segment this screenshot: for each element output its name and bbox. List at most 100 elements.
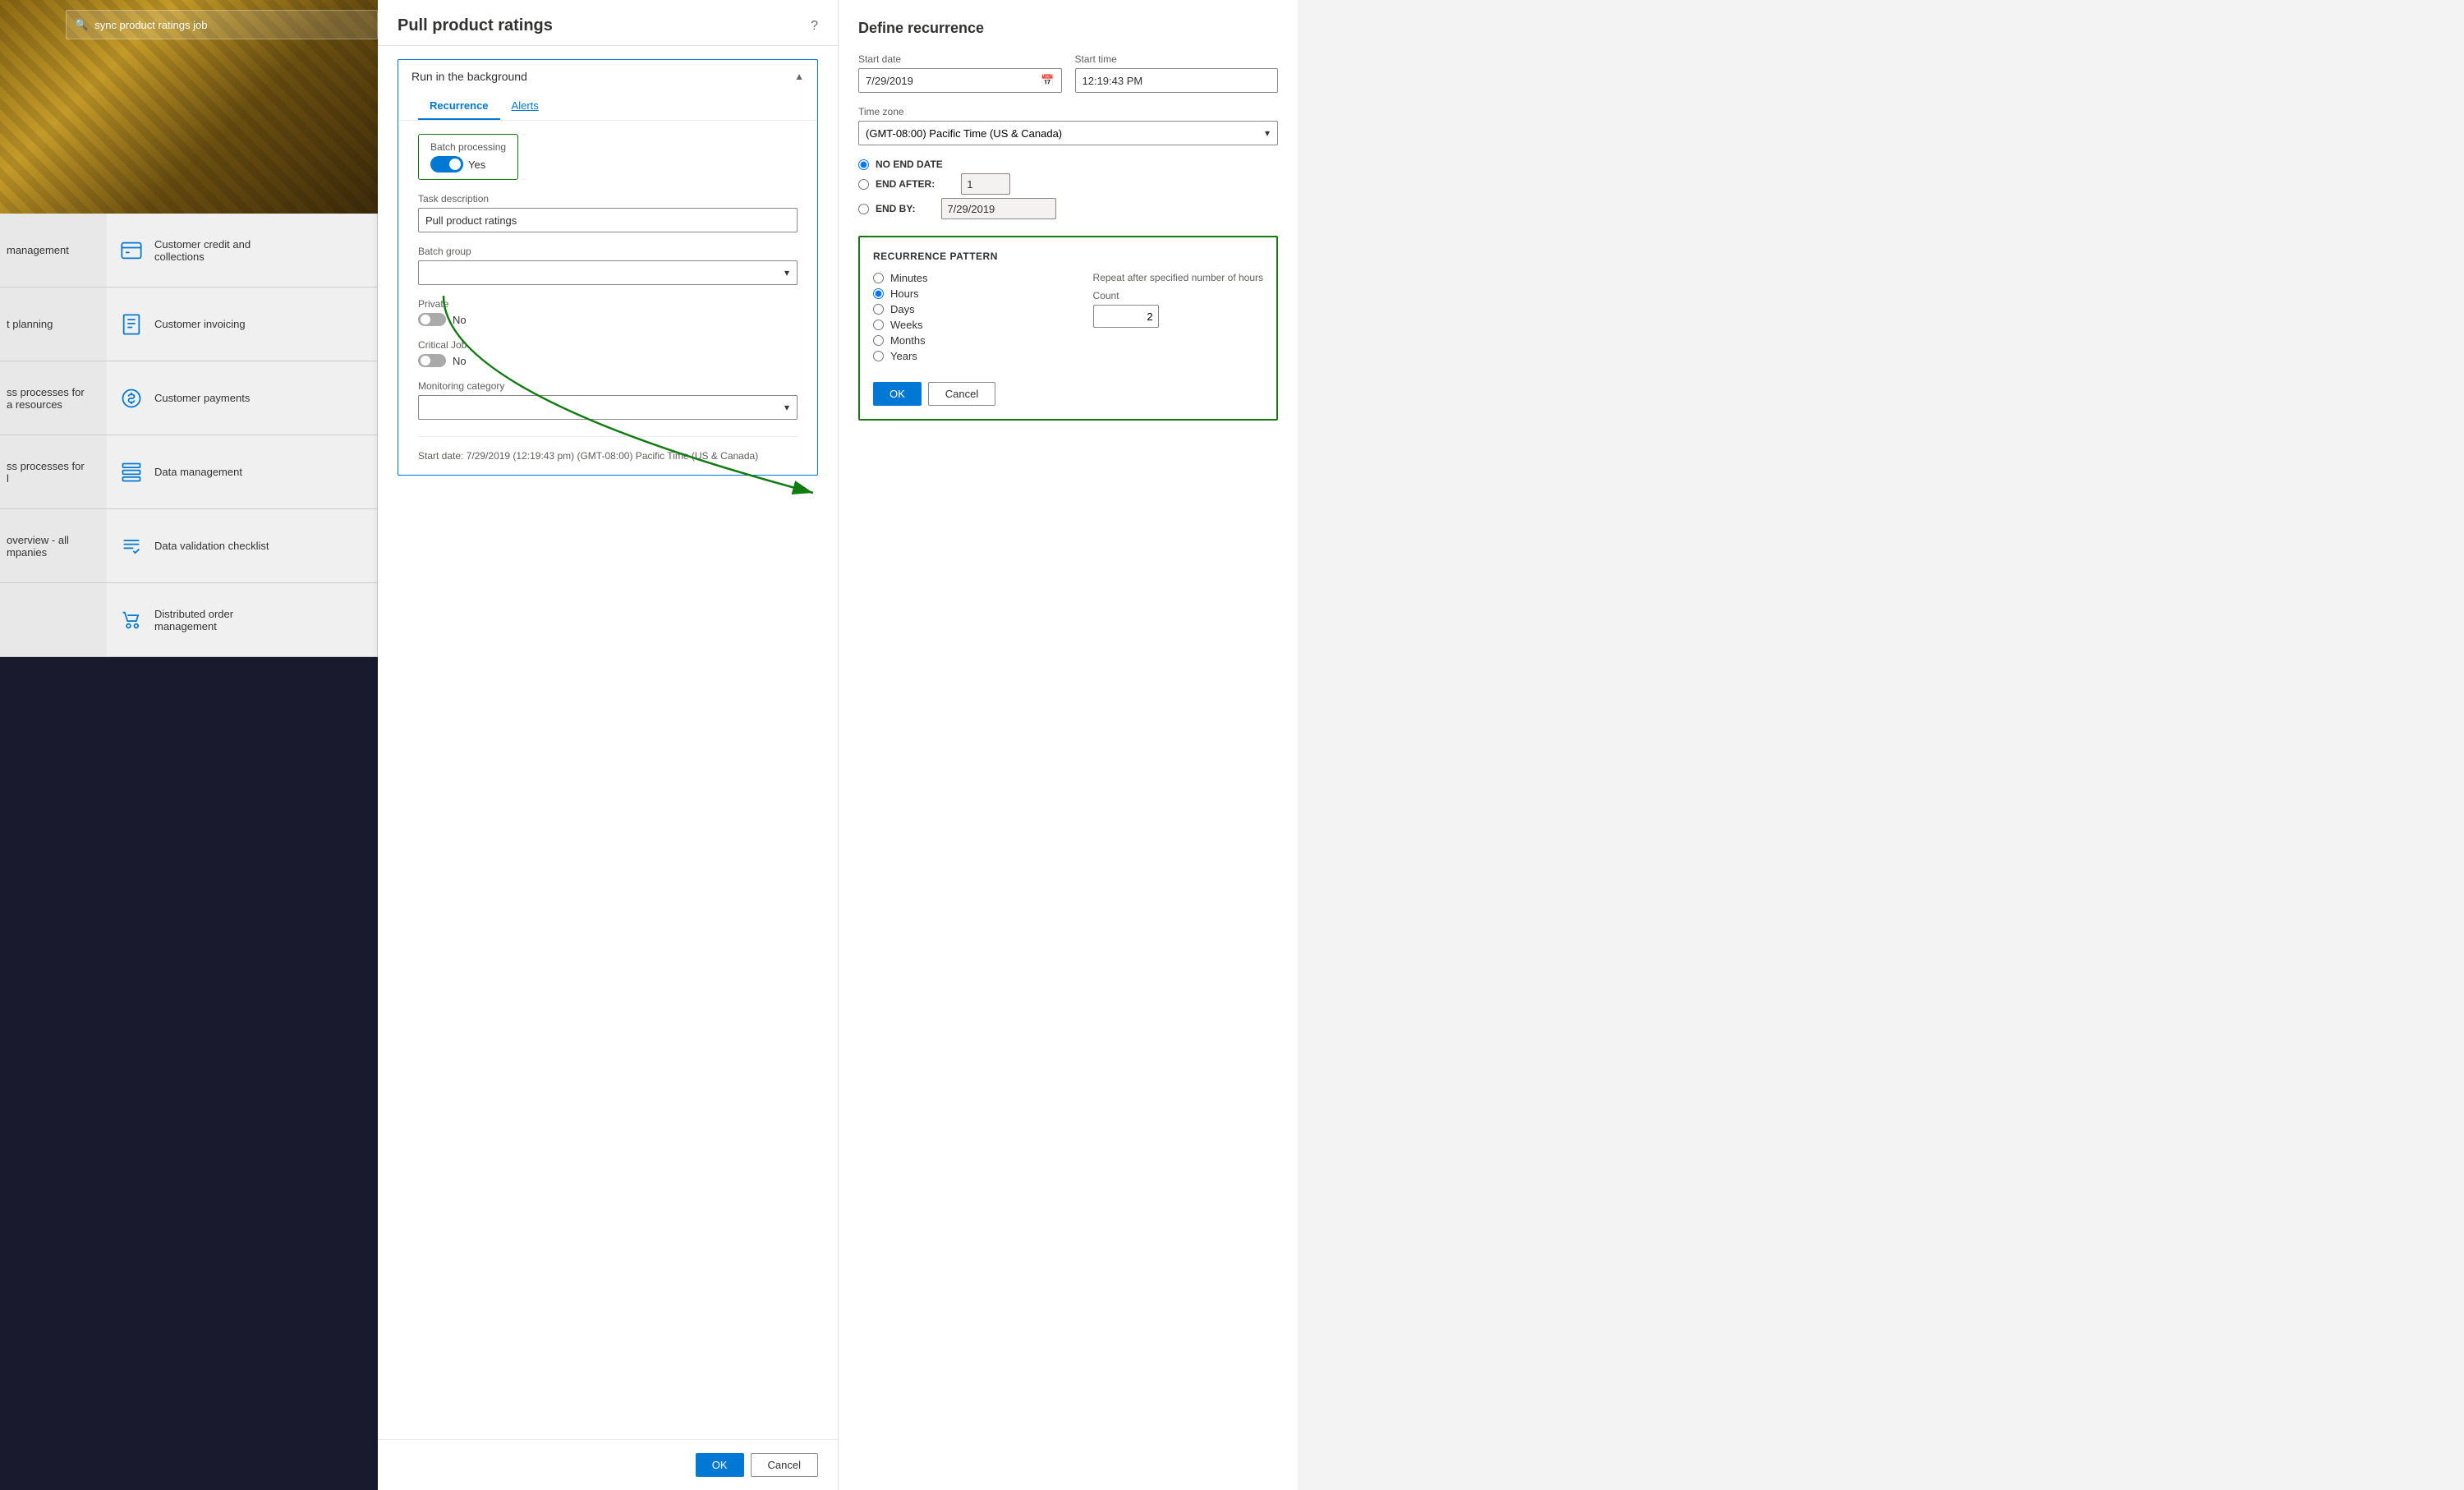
search-input[interactable]: [94, 19, 369, 31]
left-tile-4: ss processes for l: [0, 435, 107, 509]
start-time-input[interactable]: [1075, 68, 1279, 93]
start-date-field: Start date 7/29/2019 📅: [858, 53, 1062, 93]
recurrence-cancel-button[interactable]: Cancel: [928, 382, 995, 406]
pattern-hours-radio[interactable]: [873, 288, 884, 299]
pull-product-ratings-dialog: Pull product ratings ? Run in the backgr…: [378, 0, 838, 1490]
count-label: Count: [1093, 290, 1263, 301]
critical-job-value: No: [453, 355, 467, 367]
repeat-after-label: Repeat after specified number of hours: [1093, 272, 1263, 283]
pattern-weeks-label: Weeks: [890, 319, 923, 331]
sidebar-item-data-management[interactable]: Data management: [107, 435, 378, 509]
monitoring-category-select[interactable]: [418, 395, 798, 420]
pattern-options-left: Minutes Hours Days Weeks Months: [873, 272, 1060, 366]
pattern-weeks-radio[interactable]: [873, 320, 884, 330]
sidebar-label-payments: Customer payments: [154, 392, 250, 404]
private-label: Private: [418, 298, 798, 310]
pattern-months-option[interactable]: Months: [873, 334, 1060, 347]
left-tile-3: ss processes for a resources: [0, 361, 107, 435]
chevron-up-icon: ▲: [794, 71, 804, 82]
batch-processing-label: Batch processing: [430, 141, 506, 153]
end-by-option[interactable]: END BY:: [858, 198, 1278, 219]
private-toggle-row: No: [418, 313, 798, 326]
end-by-radio[interactable]: [858, 204, 869, 214]
dialog-title: Pull product ratings: [398, 16, 553, 35]
pattern-days-radio[interactable]: [873, 304, 884, 315]
pattern-minutes-option[interactable]: Minutes: [873, 272, 1060, 284]
start-time-field: Start time: [1075, 53, 1279, 93]
pattern-months-label: Months: [890, 334, 926, 347]
dialog-cancel-button[interactable]: Cancel: [751, 1453, 818, 1477]
pattern-years-label: Years: [890, 350, 917, 362]
time-zone-label: Time zone: [858, 106, 1278, 117]
start-date-display[interactable]: 7/29/2019 📅: [858, 68, 1062, 93]
pattern-weeks-option[interactable]: Weeks: [873, 319, 1060, 331]
tabs-container: Recurrence Alerts: [398, 93, 817, 121]
sidebar-label-invoicing: Customer invoicing: [154, 318, 246, 330]
recurrence-ok-button[interactable]: OK: [873, 382, 922, 406]
left-tile-5: overview - all mpanies: [0, 509, 107, 583]
time-zone-select[interactable]: (GMT-08:00) Pacific Time (US & Canada): [858, 121, 1278, 145]
sidebar-item-customer-invoicing[interactable]: Customer invoicing: [107, 287, 378, 361]
invoice-icon: [120, 313, 143, 336]
pattern-months-radio[interactable]: [873, 335, 884, 346]
no-end-date-option[interactable]: NO END DATE: [858, 159, 1278, 170]
end-after-count-input[interactable]: [961, 173, 1010, 195]
critical-job-toggle[interactable]: [418, 354, 446, 367]
monitoring-category-field: Monitoring category: [418, 380, 798, 420]
end-after-radio[interactable]: [858, 179, 869, 190]
sidebar-item-customer-payments[interactable]: Customer payments: [107, 361, 378, 435]
critical-job-toggle-row: No: [418, 354, 798, 367]
end-by-date-input[interactable]: [941, 198, 1056, 219]
payment-icon: [120, 387, 143, 410]
tab-alerts[interactable]: Alerts: [500, 93, 550, 120]
count-input[interactable]: [1093, 305, 1159, 328]
task-description-input[interactable]: [418, 208, 798, 232]
recurrence-pattern-title: RECURRENCE PATTERN: [873, 251, 1263, 262]
calendar-icon: 📅: [1041, 74, 1054, 87]
batch-processing-value: Yes: [468, 159, 485, 171]
pattern-years-radio[interactable]: [873, 351, 884, 361]
no-end-date-radio[interactable]: [858, 159, 869, 170]
run-in-background-header[interactable]: Run in the background ▲: [398, 60, 817, 93]
dialog-footer: OK Cancel: [378, 1439, 838, 1490]
batch-group-field: Batch group: [418, 246, 798, 285]
pattern-hours-option[interactable]: Hours: [873, 287, 1060, 300]
end-after-label: END AFTER:: [876, 178, 935, 190]
order-icon: [120, 609, 143, 632]
define-recurrence-panel: Define recurrence Start date 7/29/2019 📅…: [838, 0, 1298, 1490]
start-date-time-row: Start date 7/29/2019 📅 Start time: [858, 53, 1278, 93]
sidebar-label-credit: Customer credit and collections: [154, 238, 251, 263]
sidebar-item-customer-credit[interactable]: Customer credit and collections: [107, 214, 378, 287]
end-options-group: NO END DATE END AFTER: END BY:: [858, 159, 1278, 219]
help-icon[interactable]: ?: [811, 19, 818, 34]
batch-group-select[interactable]: [418, 260, 798, 285]
no-end-date-label: NO END DATE: [876, 159, 943, 170]
dialog-ok-button[interactable]: OK: [696, 1453, 744, 1477]
pattern-minutes-radio[interactable]: [873, 273, 884, 283]
time-zone-select-wrapper: (GMT-08:00) Pacific Time (US & Canada): [858, 121, 1278, 145]
mid-nav-col: Customer credit and collections Customer…: [107, 214, 378, 657]
left-nav-col: management t planning ss processes for a…: [0, 214, 107, 657]
recurrence-pattern-box: RECURRENCE PATTERN Minutes Hours Days: [858, 236, 1278, 421]
end-after-option[interactable]: END AFTER:: [858, 173, 1278, 195]
sidebar-item-distributed-order[interactable]: Distributed order management: [107, 583, 378, 657]
task-description-label: Task description: [418, 193, 798, 205]
pattern-years-option[interactable]: Years: [873, 350, 1060, 362]
batch-group-select-wrapper: [418, 260, 798, 285]
batch-processing-toggle[interactable]: [430, 156, 463, 172]
left-tile-6: [0, 583, 107, 657]
search-bar[interactable]: 🔍: [66, 10, 378, 39]
private-toggle[interactable]: [418, 313, 446, 326]
recurrence-panel-title: Define recurrence: [858, 20, 1278, 37]
pattern-hours-label: Hours: [890, 287, 919, 300]
monitoring-category-label: Monitoring category: [418, 380, 798, 392]
pattern-days-option[interactable]: Days: [873, 303, 1060, 315]
sidebar-item-data-validation[interactable]: Data validation checklist: [107, 509, 378, 583]
critical-job-field: Critical Job No: [418, 339, 798, 367]
start-time-label: Start time: [1075, 53, 1279, 65]
batch-group-label: Batch group: [418, 246, 798, 257]
tab-recurrence[interactable]: Recurrence: [418, 93, 500, 120]
task-description-field: Task description: [418, 193, 798, 232]
private-field: Private No: [418, 298, 798, 326]
dialog-header: Pull product ratings ?: [378, 0, 838, 46]
